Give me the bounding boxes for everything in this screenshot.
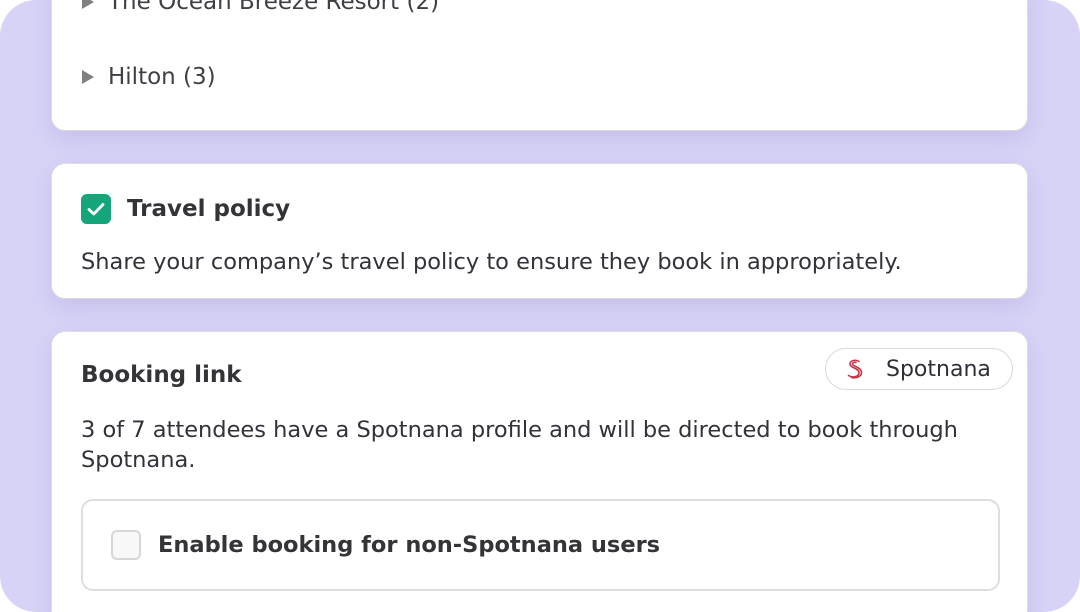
- travel-policy-card: Travel policy Share your company’s trave…: [51, 163, 1028, 299]
- non-spotnana-booking-option[interactable]: Enable booking for non-Spotnana users: [81, 499, 1000, 591]
- hotel-group-label: The Ocean Breeze Resort (2): [108, 0, 440, 15]
- hotel-group-label: Hilton (3): [108, 64, 216, 90]
- travel-policy-title: Travel policy: [127, 196, 291, 222]
- travel-policy-header: Travel policy: [81, 194, 290, 224]
- travel-policy-checkbox[interactable]: [81, 194, 111, 224]
- hotels-card: The Ocean Breeze Resort (2) Hilton (3): [51, 0, 1028, 131]
- booking-link-description: 3 of 7 attendees have a Spotnana profile…: [81, 417, 958, 473]
- travel-policy-description: Share your company’s travel policy to en…: [81, 249, 902, 275]
- non-spotnana-booking-label: Enable booking for non-Spotnana users: [158, 532, 661, 558]
- expand-arrow-icon[interactable]: [82, 0, 94, 9]
- hotel-group-row[interactable]: Hilton (3): [82, 64, 216, 90]
- page-frame: The Ocean Breeze Resort (2) Hilton (3) T…: [0, 0, 1080, 612]
- spotnana-provider-badge: Spotnana: [825, 348, 1013, 390]
- non-spotnana-booking-checkbox[interactable]: [111, 530, 141, 560]
- booking-link-card: Booking link Spotnana 3 of 7 attendees h…: [51, 331, 1028, 612]
- hotel-group-row[interactable]: The Ocean Breeze Resort (2): [82, 0, 439, 15]
- checkmark-icon: [87, 203, 105, 216]
- provider-label: Spotnana: [886, 356, 991, 382]
- expand-arrow-icon[interactable]: [82, 70, 94, 84]
- spotnana-logo-icon: [847, 359, 863, 379]
- booking-link-title: Booking link: [81, 362, 242, 388]
